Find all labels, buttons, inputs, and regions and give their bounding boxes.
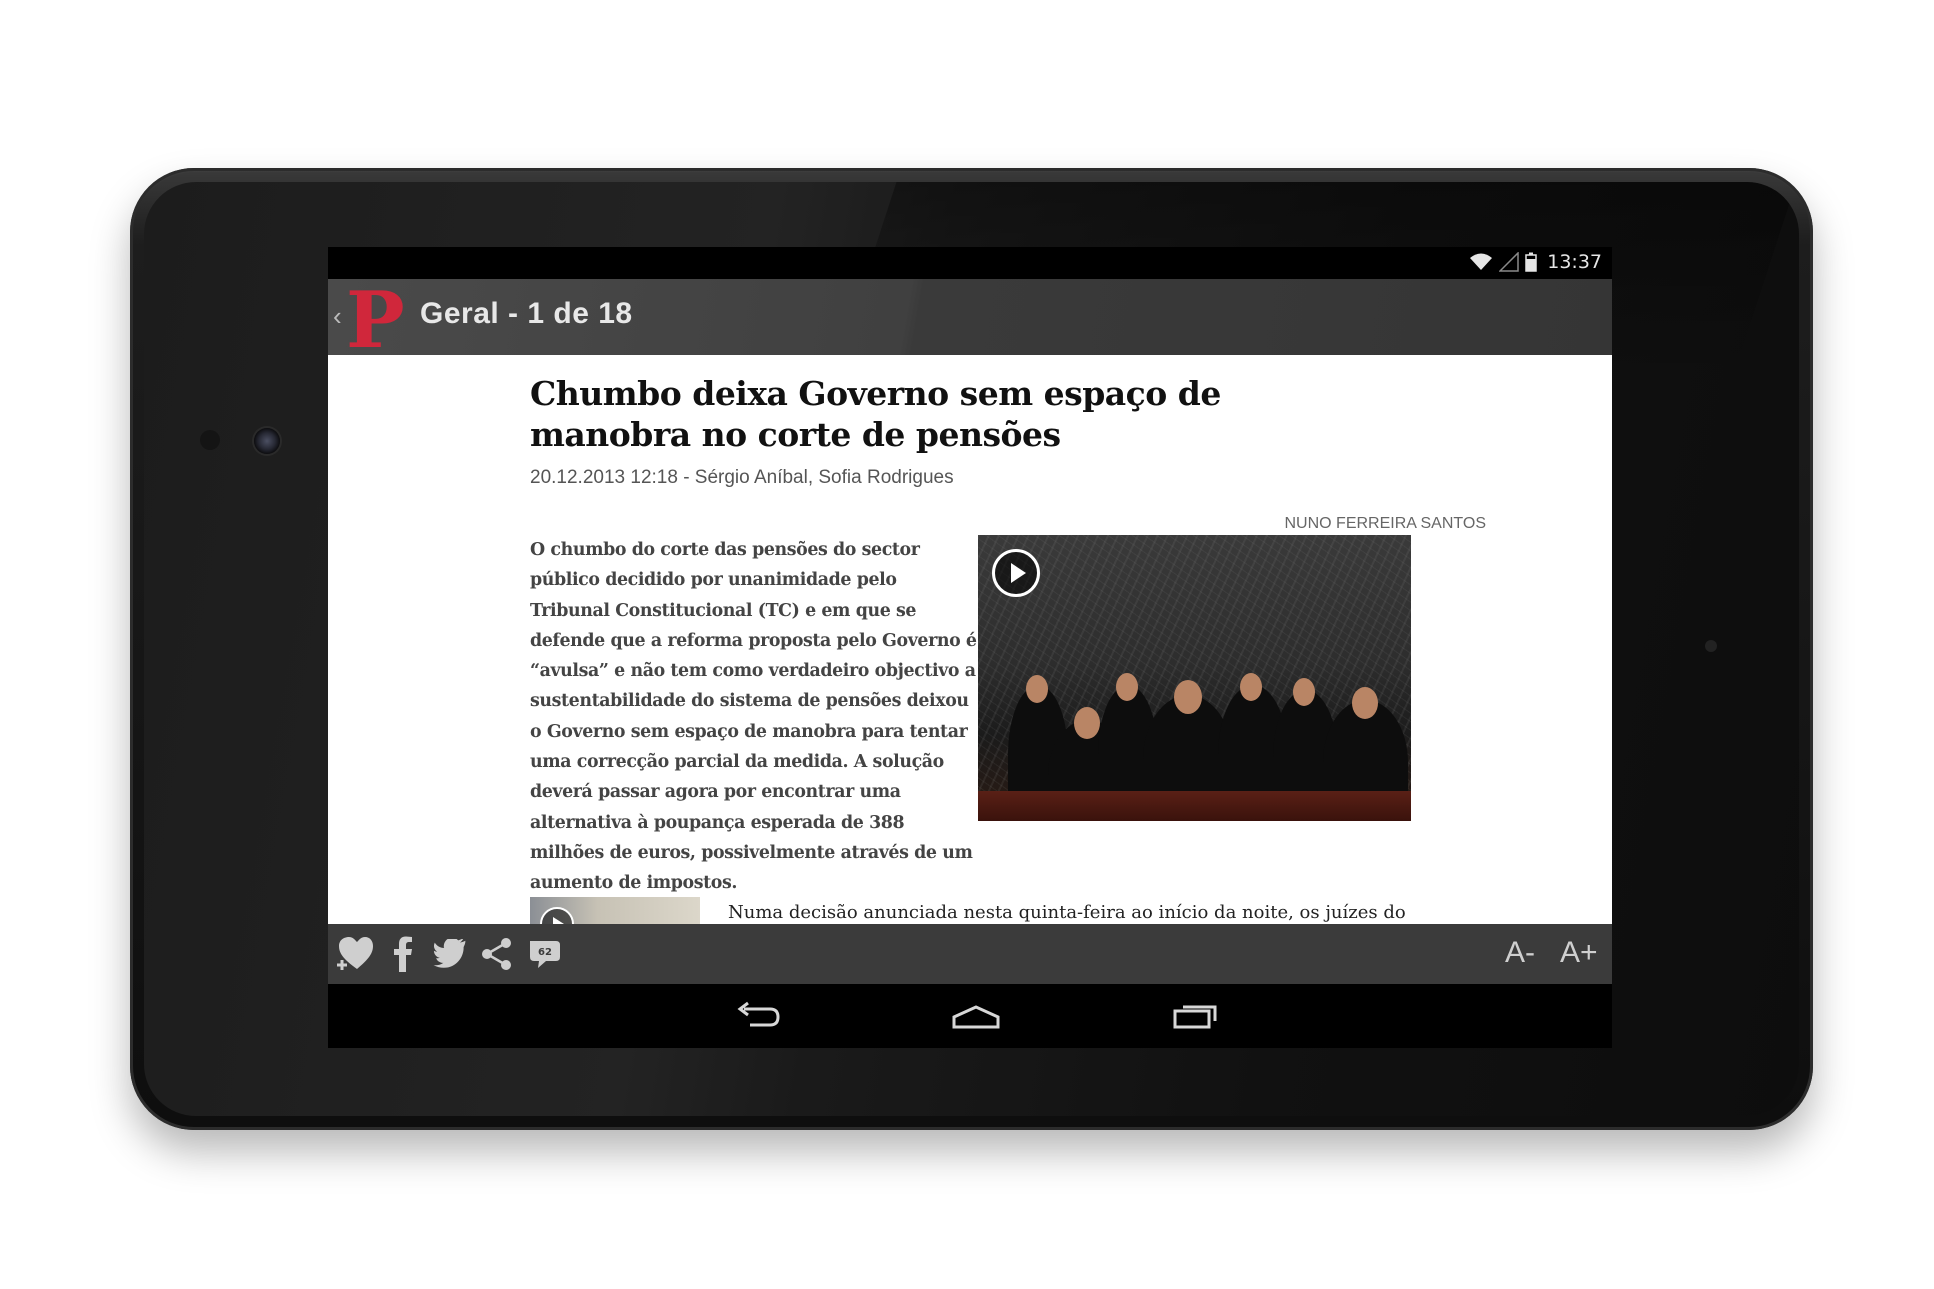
- play-icon[interactable]: [992, 549, 1040, 597]
- favorite-add-icon[interactable]: [334, 934, 376, 974]
- wifi-icon: [1470, 253, 1493, 270]
- nav-back-icon[interactable]: [728, 996, 788, 1036]
- clock: 13:37: [1547, 251, 1602, 273]
- front-camera: [254, 428, 280, 454]
- video-thumbnail[interactable]: [530, 897, 700, 924]
- article-meta: 20.12.2013 12:18 - Sérgio Aníbal, Sofia …: [530, 467, 954, 488]
- twitter-icon[interactable]: [430, 934, 472, 974]
- article-content[interactable]: Chumbo deixa Governo sem espaço de manob…: [328, 355, 1612, 924]
- photo-face: [1074, 707, 1100, 739]
- photo-benches: [978, 791, 1411, 821]
- section-title: Geral - 1 de 18: [420, 297, 633, 330]
- font-increase-button[interactable]: A+: [1560, 936, 1598, 970]
- photo-face: [1293, 678, 1315, 706]
- status-bar: 13:37: [328, 247, 1612, 279]
- facebook-icon[interactable]: [382, 934, 424, 974]
- font-decrease-button[interactable]: A-: [1505, 936, 1535, 970]
- article-headline: Chumbo deixa Governo sem espaço de manob…: [530, 374, 1221, 454]
- system-nav-bar: [328, 984, 1612, 1048]
- light-sensor: [200, 430, 220, 450]
- publico-logo[interactable]: P: [344, 281, 404, 353]
- device-screen: 13:37 ‹ P Geral - 1 de 18 Chumbo deixa G…: [328, 247, 1612, 1048]
- back-chevron-icon[interactable]: ‹: [333, 301, 342, 332]
- status-icons: 13:37: [1469, 251, 1602, 273]
- signal-icon: [1499, 252, 1519, 272]
- share-icon[interactable]: [476, 934, 518, 974]
- comments-icon[interactable]: 62: [524, 934, 566, 974]
- article-lead: O chumbo do corte das pensões do sector …: [530, 540, 977, 894]
- photo-face: [1116, 673, 1138, 701]
- svg-text:P: P: [346, 281, 404, 353]
- action-bar: ‹ P Geral - 1 de 18: [328, 279, 1612, 355]
- photo-face: [1240, 673, 1262, 701]
- device-sensor-dot: [1705, 640, 1717, 652]
- photo-credit: NUNO FERREIRA SANTOS: [1284, 515, 1486, 532]
- photo-face: [1026, 675, 1048, 703]
- battery-icon: [1525, 252, 1537, 272]
- photo-face: [1352, 687, 1378, 719]
- photo-face: [1174, 680, 1202, 714]
- play-icon[interactable]: [540, 907, 574, 924]
- nav-home-icon[interactable]: [946, 996, 1006, 1036]
- bottom-toolbar: 62 A- A+: [328, 924, 1612, 984]
- article-body: Numa decisão anunciada nesta quinta-feir…: [728, 902, 1406, 923]
- article-photo[interactable]: [978, 535, 1411, 821]
- svg-text:62: 62: [538, 947, 552, 958]
- nav-recents-icon[interactable]: [1166, 996, 1226, 1036]
